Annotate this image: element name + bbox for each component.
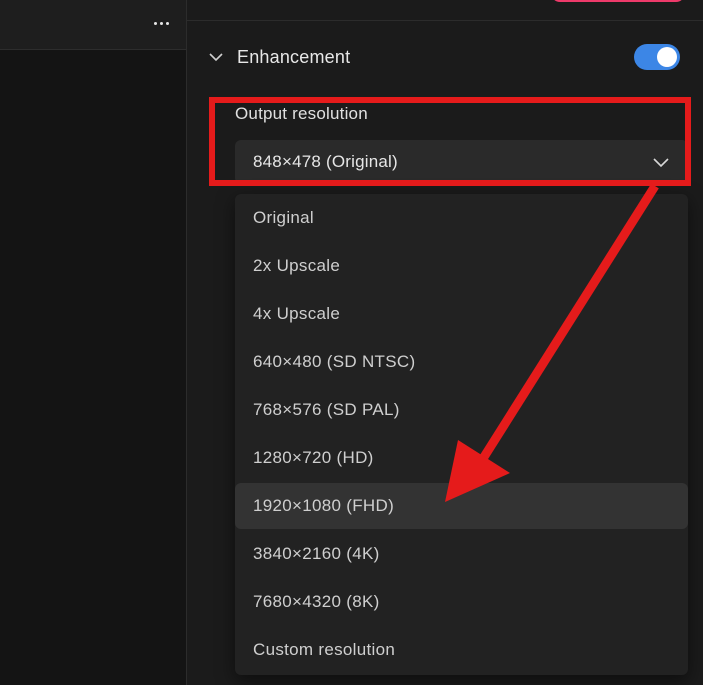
top-action-button[interactable] [551, 0, 685, 2]
resolution-dropdown: Original 2x Upscale 4x Upscale 640×480 (… [235, 194, 688, 675]
option-2x-upscale[interactable]: 2x Upscale [235, 243, 688, 289]
option-7680x4320[interactable]: 7680×4320 (8K) [235, 579, 688, 625]
enhancement-section-header[interactable]: Enhancement [207, 40, 687, 74]
option-custom-resolution[interactable]: Custom resolution [235, 627, 688, 673]
option-original[interactable]: Original [235, 195, 688, 241]
output-resolution-select[interactable]: 848×478 (Original) [235, 140, 688, 184]
more-options-icon[interactable] [148, 11, 174, 35]
option-4x-upscale[interactable]: 4x Upscale [235, 291, 688, 337]
section-title: Enhancement [237, 46, 351, 67]
left-toolbar [0, 0, 186, 50]
enhancement-toggle[interactable] [634, 44, 680, 70]
option-640x480[interactable]: 640×480 (SD NTSC) [235, 339, 688, 385]
option-3840x2160[interactable]: 3840×2160 (4K) [235, 531, 688, 577]
left-panel [0, 0, 187, 685]
settings-panel: Enhancement Output resolution 848×478 (O… [187, 0, 703, 685]
option-1920x1080[interactable]: 1920×1080 (FHD) [235, 483, 688, 529]
chevron-down-icon [209, 53, 223, 62]
toggle-knob [657, 47, 677, 67]
option-1280x720[interactable]: 1280×720 (HD) [235, 435, 688, 481]
output-resolution-label: Output resolution [235, 104, 368, 123]
selected-value: 848×478 (Original) [253, 152, 398, 171]
chevron-down-icon [653, 158, 669, 168]
top-strip [187, 0, 703, 21]
option-768x576[interactable]: 768×576 (SD PAL) [235, 387, 688, 433]
